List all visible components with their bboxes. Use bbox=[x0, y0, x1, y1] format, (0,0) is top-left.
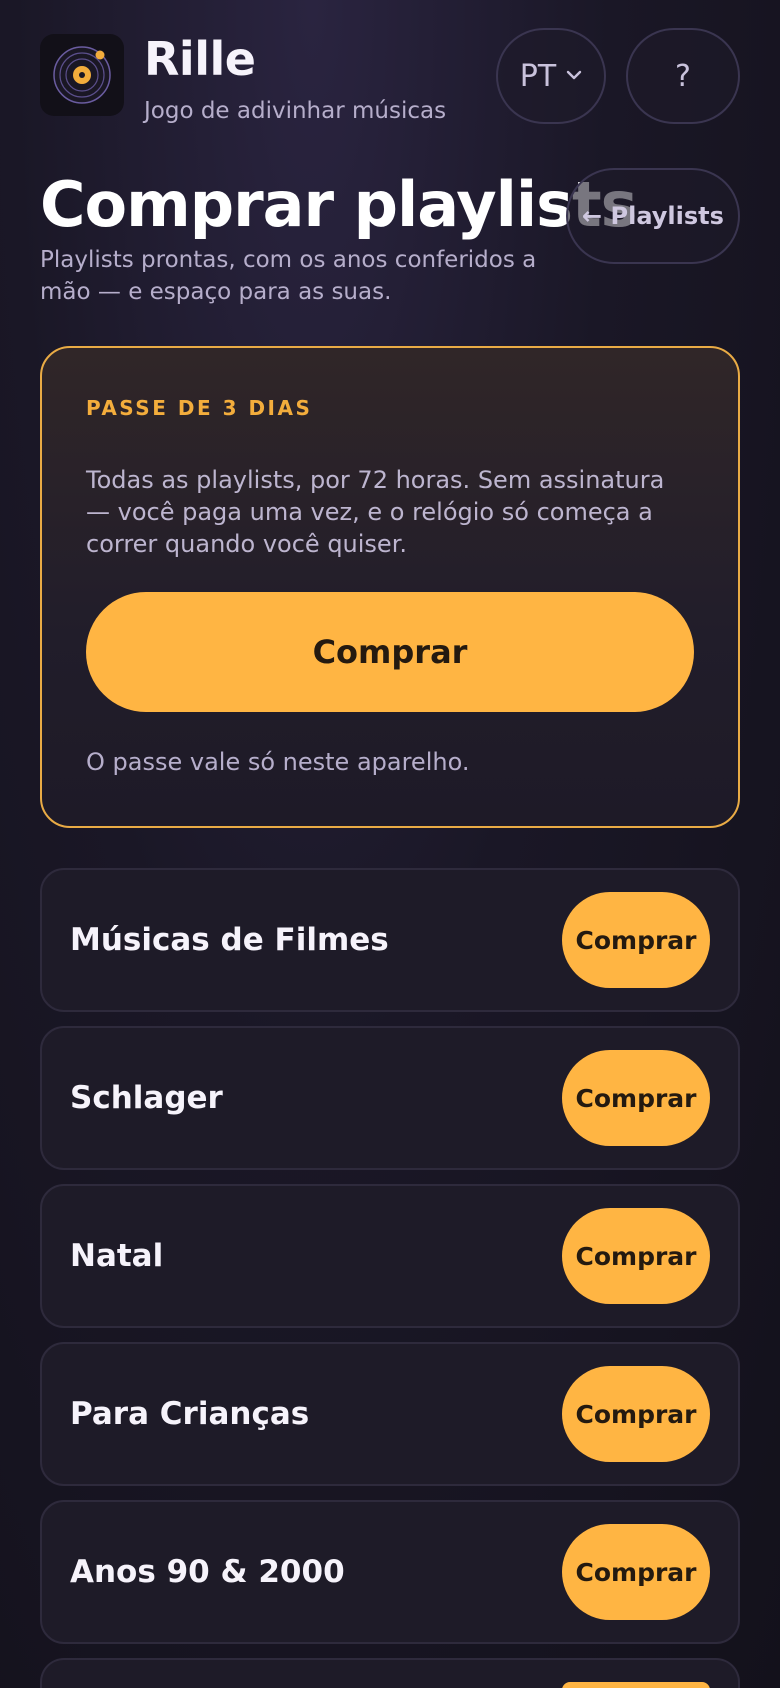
three-day-pass-card: PASSE DE 3 DIAS Todas as playlists, por … bbox=[40, 346, 740, 828]
page-description: Playlists prontas, com os anos conferido… bbox=[40, 247, 537, 305]
help-icon: ? bbox=[675, 58, 691, 94]
buy-playlist-button[interactable] bbox=[562, 1682, 710, 1688]
playlist-item: Anos 90 & 2000 Comprar bbox=[40, 1500, 740, 1644]
playlist-name: Schlager bbox=[70, 1080, 223, 1116]
buy-playlists-page: Rille Jogo de adivinhar músicas PT ? Com… bbox=[0, 0, 780, 1688]
app-subtitle: Jogo de adivinhar músicas bbox=[144, 98, 447, 124]
help-button[interactable]: ? bbox=[626, 28, 740, 124]
pass-eyebrow: PASSE DE 3 DIAS bbox=[86, 396, 313, 420]
language-selector[interactable]: PT bbox=[496, 28, 606, 124]
playlist-item: Para Crianças Comprar bbox=[40, 1342, 740, 1486]
buy-playlist-button[interactable]: Comprar bbox=[562, 1050, 710, 1146]
buy-playlist-button[interactable]: Comprar bbox=[562, 892, 710, 988]
playlist-item: Natal Comprar bbox=[40, 1184, 740, 1328]
pass-description: Todas as playlists, por 72 horas. Sem as… bbox=[86, 466, 665, 558]
playlist-name: Para Crianças bbox=[70, 1396, 310, 1432]
app-title: Rille bbox=[144, 32, 256, 86]
buy-playlist-button[interactable]: Comprar bbox=[562, 1366, 710, 1462]
playlist-item bbox=[40, 1658, 740, 1688]
chevron-down-icon bbox=[566, 62, 582, 86]
playlist-item: Músicas de Filmes Comprar bbox=[40, 868, 740, 1012]
playlist-name: Natal bbox=[70, 1238, 164, 1274]
vinyl-record-icon bbox=[40, 34, 124, 116]
app-header: Rille Jogo de adivinhar músicas PT ? bbox=[40, 28, 740, 124]
playlist-item: Schlager Comprar bbox=[40, 1026, 740, 1170]
buy-playlist-button[interactable]: Comprar bbox=[562, 1208, 710, 1304]
playlist-name: Músicas de Filmes bbox=[70, 922, 389, 958]
page-title: Comprar playlists bbox=[40, 168, 638, 241]
back-to-playlists-button[interactable]: ← Playlists bbox=[566, 168, 740, 264]
buy-pass-button[interactable]: Comprar bbox=[86, 592, 694, 712]
language-label: PT bbox=[519, 58, 557, 94]
buy-playlist-button[interactable]: Comprar bbox=[562, 1524, 710, 1620]
playlist-name: Anos 90 & 2000 bbox=[70, 1554, 345, 1590]
pass-note: O passe vale só neste aparelho. bbox=[86, 748, 470, 776]
